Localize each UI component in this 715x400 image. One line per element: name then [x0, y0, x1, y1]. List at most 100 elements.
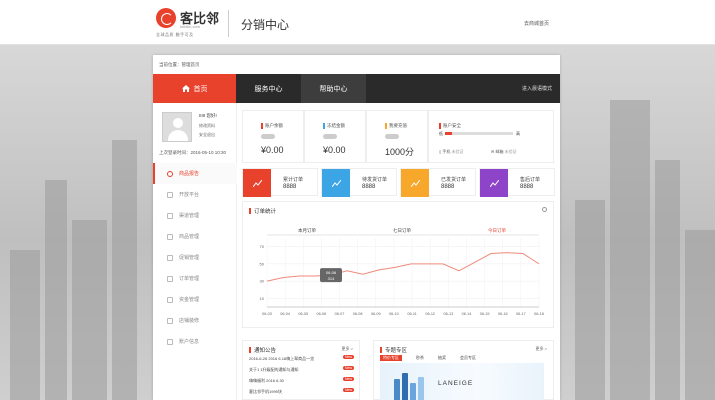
email-status: 未验证 [504, 149, 517, 154]
notice-text: 嗨嗨福利 2016 6.30 [249, 378, 284, 383]
promo-banner[interactable]: LANEIGE [380, 363, 544, 400]
goods-icon [167, 233, 173, 240]
notice-title: 通知公告 [249, 346, 276, 354]
sidebar-item-promotion[interactable]: 促销管理 [153, 247, 237, 268]
avatar[interactable] [162, 112, 192, 142]
notice-more-link[interactable]: 更多 > [342, 346, 353, 352]
order-line-chart: 本月订单 七日订单 今日订单 10 30 50 70 06-03 06-04 06-05 06-06… [260, 227, 544, 316]
y-tick-label: 30 [260, 279, 265, 284]
eye-icon [167, 170, 173, 177]
notice-item[interactable]: 关于1 1升级配的通知与通知 New [249, 366, 354, 373]
email-label: 邮箱 [495, 149, 504, 154]
balance-value: ¥0.00 [261, 145, 284, 155]
x-tick-label: 06-18 [534, 312, 544, 316]
mall-home-link[interactable]: 去商城首页 [524, 20, 549, 27]
page-title: 分销中心 [241, 18, 290, 32]
x-tick-label: 06-14 [462, 312, 472, 316]
sidebar-item-goods[interactable]: 商品管理 [153, 226, 237, 247]
promo-brand-text: LANEIGE [438, 380, 474, 387]
stat-aftersale-orders[interactable]: 售后订单 8888 [479, 168, 555, 197]
x-tick-label: 06-07 [335, 312, 345, 316]
x-tick-label: 06-10 [389, 312, 399, 316]
recharge-value: 1000分 [385, 147, 415, 157]
stat-pending-orders[interactable]: 待发货订单 8888 [321, 168, 397, 197]
notice-title-text: 通知公告 [254, 348, 277, 354]
special-more-link[interactable]: 更多 > [536, 346, 547, 352]
nav-home[interactable]: 首页 [153, 74, 236, 103]
chart-icon [322, 169, 350, 197]
stat-value: 8888 [362, 184, 376, 190]
stat-value: 8888 [283, 184, 297, 190]
edit-profile-link[interactable]: 修改资料 [199, 123, 215, 129]
tab-lottery[interactable]: 抽奖 [438, 355, 446, 361]
chart-tab-0[interactable]: 本月订单 [298, 227, 316, 234]
new-badge: New [342, 366, 354, 370]
notice-item[interactable]: 2016-6-26 2016 6.18嗨上翠商品一览 New [249, 355, 354, 362]
sidebar-item-funds[interactable]: 资金管理 [153, 289, 237, 310]
stat-label: 售后订单 [520, 177, 541, 183]
chart-icon [243, 169, 271, 197]
x-tick-label: 06-04 [280, 312, 290, 316]
security-bar-fill [445, 132, 452, 135]
frozen-card[interactable]: 冻结金额 ¥0.00 [304, 110, 366, 163]
tab-member[interactable]: 会员专区 [460, 355, 476, 361]
sidebar-item-shop-decor[interactable]: 店铺装修 [153, 310, 237, 331]
last-login-time: 上次登录时间：2016-05-10 10:30 [159, 150, 227, 155]
tab-flash-sale[interactable]: 秒杀 [416, 355, 424, 361]
new-badge: New [342, 388, 354, 392]
notice-item[interactable]: 嗨嗨福利 2016 6.30 New [249, 377, 354, 384]
sidebar-item-label: 店铺装修 [179, 318, 200, 324]
sidebar-item-label: 开放平台 [179, 192, 200, 198]
main-panel: 当前位置：管理首页 首页 服务中心 帮助中心 进入晨语模式 IIIII 您好! … [153, 55, 560, 400]
promotion-icon [167, 254, 173, 261]
special-title-text: 专题专区 [385, 348, 408, 354]
email-verify[interactable]: ✉ 邮箱 未验证 [491, 149, 517, 155]
tab-special-price[interactable]: 特价专区 [380, 355, 402, 361]
recharge-label: 我要充值 [389, 123, 407, 128]
nav-service-center[interactable]: 服务中心 [236, 74, 301, 103]
chart-tab-2[interactable]: 今日订单 [488, 227, 506, 234]
sidebar-item-label: 账户信息 [179, 339, 200, 345]
account-icon [167, 338, 173, 345]
logo-icon[interactable] [156, 8, 176, 28]
phone-verify[interactable]: ▯ 手机 未验证 [439, 149, 463, 155]
home-icon [181, 85, 190, 92]
x-tick-label: 06-16 [498, 312, 508, 316]
stat-total-orders[interactable]: 累计订单 8888 [242, 168, 318, 197]
sidebar-item-report[interactable]: 商品报告 [153, 163, 237, 184]
chart-tab-1[interactable]: 七日订单 [393, 227, 411, 234]
nav-help-center[interactable]: 帮助中心 [301, 74, 366, 103]
notice-item[interactable]: 客比邻手机1999块 New [249, 388, 354, 395]
logout-link[interactable]: 安全退出 [199, 132, 215, 138]
x-tick-label: 06-17 [516, 312, 526, 316]
frozen-pill [323, 134, 337, 139]
shop-icon [167, 317, 173, 324]
chart-icon [480, 169, 508, 197]
x-tick-label: 06-13 [443, 312, 453, 316]
security-card: 账户安全 低 高 ▯ 手机 未验证 ✉ 邮箱 未验证 [428, 110, 554, 163]
mode-switch-link[interactable]: 进入晨语模式 [522, 74, 552, 103]
recharge-card[interactable]: 我要充值 1000分 [366, 110, 428, 163]
sidebar-item-account[interactable]: 账户信息 [153, 331, 237, 352]
stat-shipped-orders[interactable]: 已发货订单 8888 [400, 168, 476, 197]
sidebar-item-label: 渠道管理 [179, 213, 200, 219]
phone-icon: ▯ [439, 149, 442, 154]
product-bottle [394, 379, 400, 400]
series-line [266, 252, 540, 282]
notice-text: 2016-6-26 2016 6.18嗨上翠商品一览 [249, 356, 315, 361]
channel-icon [167, 212, 173, 219]
header-divider [228, 10, 229, 37]
x-tick-label: 06-15 [480, 312, 490, 316]
site-header: 客比邻 kebilin.com 全球品质 触手可及 分销中心 去商城首页 [0, 0, 715, 45]
balance-card[interactable]: 账户余额 ¥0.00 [242, 110, 304, 163]
x-tick-label: 06-03 [262, 312, 272, 316]
stat-label: 累计订单 [283, 177, 304, 183]
frozen-value: ¥0.00 [323, 145, 346, 155]
product-bottle [418, 377, 424, 400]
sidebar-item-channel[interactable]: 渠道管理 [153, 205, 237, 226]
user-greeting: IIIII 您好! [199, 113, 217, 118]
sidebar-item-open-platform[interactable]: 开放平台 [153, 184, 237, 205]
security-low: 低 [439, 131, 443, 136]
main-nav: 首页 服务中心 帮助中心 进入晨语模式 [153, 74, 560, 103]
sidebar-item-orders[interactable]: 订单管理 [153, 268, 237, 289]
